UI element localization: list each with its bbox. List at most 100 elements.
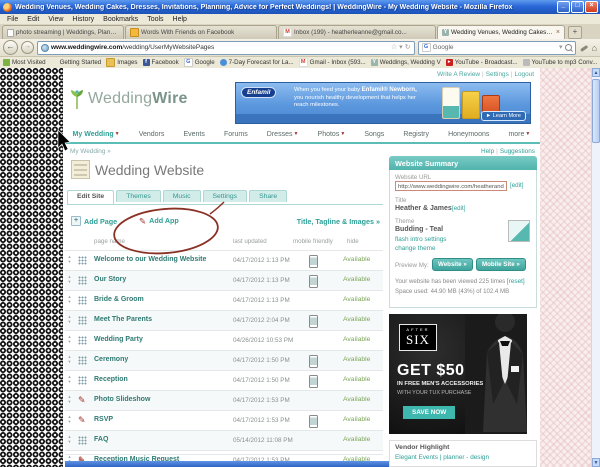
bookmark-item[interactable]: MGmail - Inbox (593...: [299, 58, 366, 67]
forward-button[interactable]: →: [21, 41, 34, 54]
page-name-link[interactable]: Photo Slideshow: [94, 396, 150, 403]
home-icon[interactable]: ⌂: [592, 42, 597, 54]
site-identity-icon[interactable]: [41, 44, 49, 52]
nav-item-more[interactable]: more▼: [508, 131, 530, 138]
bookmark-item[interactable]: Getting Started: [51, 59, 102, 66]
bookmark-star-icon[interactable]: ☆: [391, 43, 397, 53]
hide-status-link[interactable]: Available: [343, 256, 370, 263]
vendor-highlight-link[interactable]: Elegant Events | planner - design: [395, 454, 489, 461]
hide-status-link[interactable]: Available: [343, 316, 370, 323]
hide-status-link[interactable]: Available: [343, 396, 370, 403]
page-name-link[interactable]: Welcome to our Wedding Website: [94, 256, 206, 263]
url-bar[interactable]: www.weddingwire.com/wedding/UserMyWebsit…: [37, 41, 415, 55]
wrench-icon[interactable]: [579, 43, 589, 53]
edit-url-link[interactable]: [edit]: [510, 182, 523, 189]
page-name-link[interactable]: Our Story: [94, 276, 126, 283]
reorder-handle[interactable]: ▲▼: [66, 254, 73, 264]
reorder-handle[interactable]: ▲▼: [66, 414, 73, 424]
page-name-link[interactable]: RSVP: [94, 416, 113, 423]
reorder-handle[interactable]: ▲▼: [66, 434, 73, 444]
table-row[interactable]: ▲▼✎Photo Slideshow04/17/2012 1:53 PMAvai…: [65, 390, 383, 410]
nav-item-vendors[interactable]: Vendors: [139, 131, 165, 138]
back-button[interactable]: ←: [3, 40, 18, 55]
nav-item-events[interactable]: Events: [183, 131, 204, 138]
add-app-link[interactable]: ✎ Add App: [139, 216, 179, 225]
add-page-link[interactable]: + Add Page: [71, 216, 117, 226]
reorder-handle[interactable]: ▲▼: [66, 314, 73, 324]
save-now-button[interactable]: SAVE NOW: [403, 406, 455, 419]
menu-tools[interactable]: Tools: [143, 16, 167, 23]
reorder-handle[interactable]: ▲▼: [66, 334, 73, 344]
url-text[interactable]: www.weddingwire.com/wedding/UserMyWebsit…: [51, 44, 389, 51]
page-name-link[interactable]: Meet The Parents: [94, 316, 152, 323]
hide-status-link[interactable]: Available: [343, 356, 370, 363]
hide-status-link[interactable]: Available: [343, 376, 370, 383]
page-name-link[interactable]: Reception: [94, 376, 128, 383]
preview-website-button[interactable]: Website »: [432, 258, 473, 271]
page-scrollbar[interactable]: ▲ ▼: [591, 68, 600, 467]
bookmark-item[interactable]: Most Visited: [3, 59, 46, 66]
search-input[interactable]: Google: [433, 44, 557, 51]
bookmark-item[interactable]: 7-Day Forecast for La...: [220, 59, 294, 66]
bookmark-item[interactable]: ▸YouTube - Broadcast...: [446, 59, 518, 66]
hide-status-link[interactable]: Available: [343, 416, 370, 423]
page-name-link[interactable]: Wedding Party: [94, 336, 143, 343]
page-name-link[interactable]: Ceremony: [94, 356, 128, 363]
page-name-link[interactable]: FAQ: [94, 436, 108, 443]
page-name-link[interactable]: Bride & Groom: [94, 296, 144, 303]
browser-tab[interactable]: photo streaming | Weddings, Planning |..…: [2, 25, 124, 39]
reorder-handle[interactable]: ▲▼: [66, 394, 73, 404]
website-url-field[interactable]: http://www.weddingwire.com/heatherand: [395, 181, 507, 191]
logout-link[interactable]: Logout: [514, 71, 534, 78]
bookmark-item[interactable]: YouTube to mp3 Conv...: [523, 59, 598, 66]
new-tab-button[interactable]: +: [568, 26, 582, 39]
reload-icon[interactable]: ↻: [405, 43, 411, 53]
minimize-button[interactable]: _: [557, 1, 570, 13]
search-dropdown-icon[interactable]: ▾: [559, 43, 563, 53]
theme-thumbnail[interactable]: [508, 220, 530, 242]
help-link[interactable]: Help: [481, 148, 494, 155]
table-row[interactable]: ▲▼Reception04/17/2012 1:50 PMAvailable: [65, 370, 383, 390]
reorder-handle[interactable]: ▲▼: [66, 354, 73, 364]
url-dropdown-icon[interactable]: ▾: [399, 43, 403, 53]
nav-item-my-wedding[interactable]: My Wedding▼: [73, 131, 120, 138]
learn-more-button[interactable]: ► Learn More: [481, 111, 526, 121]
table-row[interactable]: ▲▼Welcome to our Wedding Website04/17/20…: [65, 250, 383, 270]
nav-item-songs[interactable]: Songs: [364, 131, 384, 138]
settings-link[interactable]: Settings: [486, 71, 509, 78]
nav-item-registry[interactable]: Registry: [403, 131, 429, 138]
browser-tab[interactable]: MInbox (199) - heatherleanne@gmail.co...: [278, 25, 436, 39]
hide-status-link[interactable]: Available: [343, 296, 370, 303]
hide-status-link[interactable]: Available: [343, 436, 370, 443]
browser-tab[interactable]: YWedding Venues, Wedding Cakes, Dress...…: [437, 25, 565, 39]
table-row[interactable]: ▲▼Meet The Parents04/17/2012 2:04 PMAvai…: [65, 310, 383, 330]
nav-item-dresses[interactable]: Dresses▼: [267, 131, 299, 138]
table-row[interactable]: ▲▼Our Story04/17/2012 1:13 PMAvailable: [65, 270, 383, 290]
scroll-up-icon[interactable]: ▲: [592, 68, 600, 77]
table-row[interactable]: ▲▼Bride & Groom04/17/2012 1:13 PMAvailab…: [65, 290, 383, 310]
menu-history[interactable]: History: [68, 16, 98, 23]
reorder-handle[interactable]: ▲▼: [66, 274, 73, 284]
bookmark-item[interactable]: fFacebook: [143, 59, 179, 66]
scroll-down-icon[interactable]: ▼: [592, 458, 600, 467]
menu-file[interactable]: File: [3, 16, 22, 23]
flash-intro-settings-link[interactable]: flash intro settings: [395, 236, 447, 243]
menu-edit[interactable]: Edit: [23, 16, 43, 23]
reorder-handle[interactable]: ▲▼: [66, 294, 73, 304]
maximize-button[interactable]: □: [571, 1, 584, 13]
preview-mobile-button[interactable]: Mobile Site »: [476, 258, 526, 271]
tab-edit-site[interactable]: Edit Site: [67, 190, 114, 204]
close-button[interactable]: ×: [585, 1, 598, 13]
scrollbar-thumb[interactable]: [592, 79, 600, 143]
reorder-handle[interactable]: ▲▼: [66, 374, 73, 384]
tab-music[interactable]: Music: [163, 190, 201, 202]
menu-bookmarks[interactable]: Bookmarks: [99, 16, 142, 23]
table-row[interactable]: ▲▼Wedding Party04/26/2012 10:53 PMAvaila…: [65, 330, 383, 350]
table-row[interactable]: ▲▼FAQ05/14/2012 11:08 PMAvailable: [65, 430, 383, 450]
change-theme-link[interactable]: change theme: [395, 245, 436, 252]
tab-themes[interactable]: Themes: [116, 190, 161, 202]
nav-item-honeymoons[interactable]: Honeymoons: [448, 131, 489, 138]
enfamil-banner-ad[interactable]: Enfamil When you feed your baby Enfamil®…: [235, 82, 531, 124]
bookmark-item[interactable]: GGoogle: [184, 58, 215, 67]
menu-help[interactable]: Help: [169, 16, 191, 23]
